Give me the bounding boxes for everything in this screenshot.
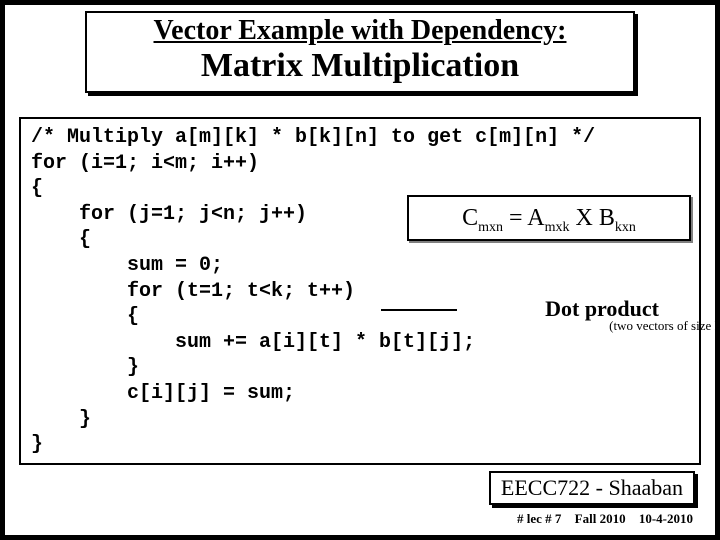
code-line: {	[31, 305, 139, 328]
eq-A: A	[527, 205, 544, 231]
code-line: {	[31, 228, 91, 251]
code-line: }	[31, 356, 139, 379]
code-line: for (i=1; i<m; i++)	[31, 152, 259, 175]
footer-date: 10-4-2010	[639, 511, 693, 526]
footer-term: Fall 2010	[575, 511, 626, 526]
code-line: {	[31, 177, 43, 200]
code-line: for (t=1; t<k; t++)	[31, 280, 355, 303]
footer-lec: # lec # 7	[517, 511, 561, 526]
code-line: /* Multiply a[m][k] * b[k][n] to get c[m…	[31, 126, 595, 149]
eq-B-sub: kxn	[615, 220, 636, 235]
code-line: sum = 0;	[31, 254, 223, 277]
code-block: /* Multiply a[m][k] * b[k][n] to get c[m…	[31, 125, 689, 458]
code-line: for (j=1; j<n; j++)	[31, 203, 307, 226]
eq-X: X	[570, 205, 599, 231]
title-box: Vector Example with Dependency: Matrix M…	[85, 11, 635, 93]
code-line: c[i][j] = sum;	[31, 382, 295, 405]
code-line: }	[31, 433, 43, 456]
code-box: /* Multiply a[m][k] * b[k][n] to get c[m…	[19, 117, 701, 465]
eq-C-sub: mxn	[478, 220, 503, 235]
eq-B: B	[599, 205, 615, 231]
code-line: sum += a[i][t] * b[t][j];	[31, 331, 475, 354]
footer-course: EECC722 - Shaaban	[489, 471, 695, 505]
arrow-line	[381, 309, 457, 311]
title-line-1: Vector Example with Dependency:	[93, 15, 627, 47]
dot-product-label: Dot product (two vectors of size k)	[545, 296, 659, 322]
title-line-2: Matrix Multiplication	[93, 47, 627, 85]
code-line: }	[31, 408, 91, 431]
eq-C: C	[462, 205, 478, 231]
footer-meta: # lec # 7 Fall 2010 10-4-2010	[507, 511, 693, 527]
dot-product-sub: (two vectors of size k)	[609, 318, 720, 334]
eq-A-sub: mxk	[545, 220, 570, 235]
slide: Vector Example with Dependency: Matrix M…	[0, 0, 720, 540]
matrix-equation: Cmxn = Amxk X Bkxn	[407, 195, 691, 241]
eq-equals: =	[503, 205, 527, 231]
